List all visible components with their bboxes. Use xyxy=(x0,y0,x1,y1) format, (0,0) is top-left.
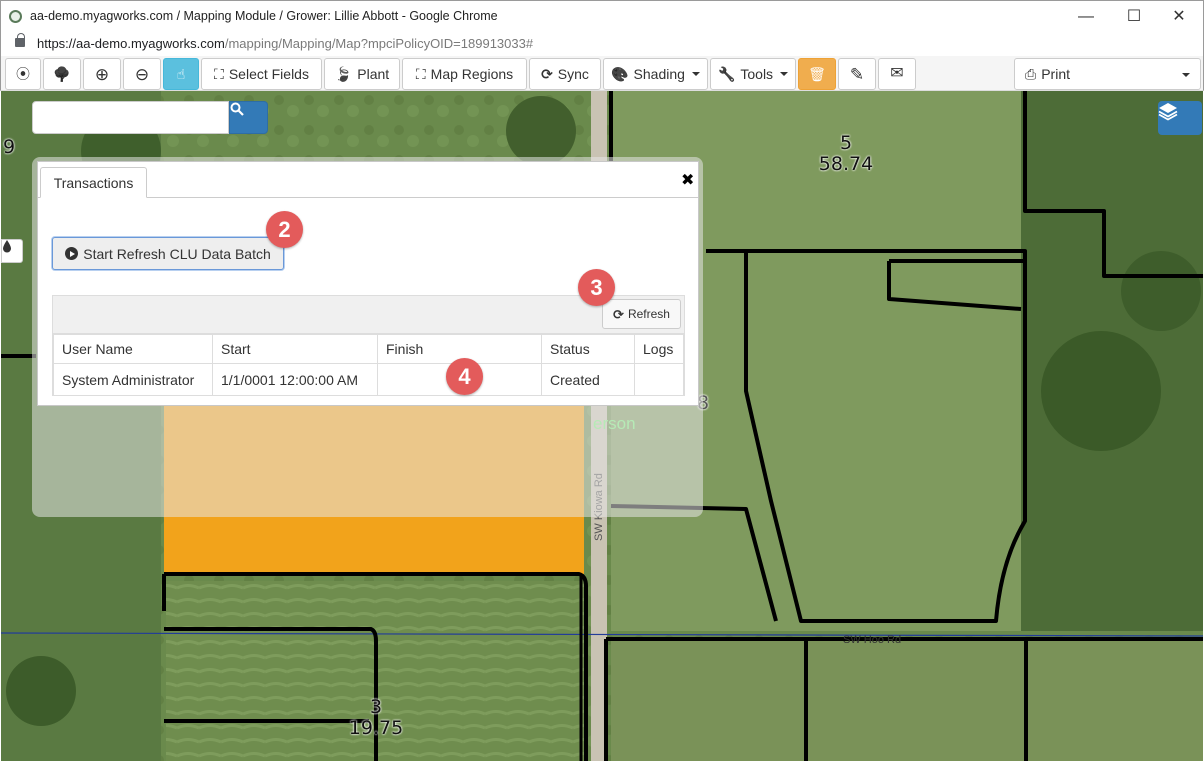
refresh-icon: ⟳ xyxy=(613,306,624,322)
road-label-hoo: SW Hoo Rd xyxy=(843,634,902,646)
sync-button[interactable]: ⟳ Sync xyxy=(529,58,601,90)
close-panel-icon[interactable]: ✖ xyxy=(681,170,694,190)
window-title: aa-demo.myagworks.com / Mapping Module /… xyxy=(30,9,498,23)
edit-icon: ✎ xyxy=(849,64,865,84)
shading-dropdown[interactable]: 🎨 Shading xyxy=(603,58,708,90)
cell-start: 1/1/0001 12:00:00 AM xyxy=(212,363,378,396)
shading-label: Shading xyxy=(633,66,685,82)
url-path: /mapping/Mapping/Map?mpciPolicyOID=18991… xyxy=(224,36,534,51)
tab-transactions[interactable]: Transactions xyxy=(40,167,147,198)
panel-tab-strip: Transactions ✖ xyxy=(38,162,698,198)
browser-titlebar: aa-demo.myagworks.com / Mapping Module /… xyxy=(0,0,1204,32)
map-search-button[interactable] xyxy=(229,101,268,134)
field-label-3: 3 19.75 xyxy=(341,697,411,739)
trash-icon: 🗑 xyxy=(808,66,826,82)
map-regions-button[interactable]: ⛶ Map Regions xyxy=(402,58,527,90)
palette-icon: 🎨 xyxy=(611,66,629,82)
refresh-label: Refresh xyxy=(627,307,670,321)
print-dropdown[interactable]: ⎙ Print xyxy=(1014,58,1201,90)
callout-badge-3: 3 xyxy=(578,269,615,306)
field-label-5: 5 58.74 xyxy=(811,133,881,175)
leaf-icon: 🍃 xyxy=(334,66,353,82)
envelope-icon: ✉ xyxy=(890,65,904,82)
column-header-status[interactable]: Status xyxy=(541,334,635,364)
print-label: Print xyxy=(1041,66,1070,82)
transactions-table: User Name Start Finish Status Logs Syste… xyxy=(53,334,684,396)
map-regions-icon: ⛶ xyxy=(415,66,426,82)
water-drop-icon xyxy=(3,240,11,253)
callout-badge-2: 2 xyxy=(266,211,303,248)
start-refresh-clu-button[interactable]: Start Refresh CLU Data Batch xyxy=(52,237,284,270)
print-icon: ⎙ xyxy=(1025,66,1037,82)
start-refresh-clu-label: Start Refresh CLU Data Batch xyxy=(83,245,271,262)
close-window-button[interactable]: ✕ xyxy=(1164,5,1194,29)
callout-badge-4: 4 xyxy=(446,358,483,395)
lock-icon xyxy=(15,33,25,47)
select-fields-button[interactable]: ⛶ Select Fields xyxy=(201,58,322,90)
layers-button[interactable] xyxy=(1158,101,1202,135)
plant-button[interactable]: 🍃 Plant xyxy=(324,58,400,90)
water-drop-button[interactable] xyxy=(1,239,23,263)
column-header-start[interactable]: Start xyxy=(212,334,378,364)
chevron-down-icon xyxy=(780,72,789,76)
sync-icon: ⟳ xyxy=(541,66,553,82)
locate-button[interactable]: ⦿ xyxy=(5,58,41,90)
tools-label: Tools xyxy=(740,66,774,82)
minimize-button[interactable]: — xyxy=(1071,5,1101,29)
field-label-9: 9 xyxy=(2,136,16,158)
map-regions-label: Map Regions xyxy=(430,66,514,82)
map-canvas[interactable]: 5 58.74 3 19.75 9 8 erson SW Kiowa Rd SW… xyxy=(1,91,1203,761)
column-header-logs[interactable]: Logs xyxy=(634,334,684,364)
column-header-user-name[interactable]: User Name xyxy=(53,334,213,364)
maximize-button[interactable]: ☐ xyxy=(1119,5,1149,29)
plant-label: Plant xyxy=(357,66,390,82)
select-fields-icon: ⛶ xyxy=(214,66,224,82)
zoom-out-button[interactable]: ⊖ xyxy=(123,58,161,90)
wrench-icon: 🔧 xyxy=(717,66,736,82)
email-button[interactable]: ✉ xyxy=(878,58,916,90)
select-fields-label: Select Fields xyxy=(228,66,309,82)
tree-icon: 🌳 xyxy=(53,66,71,82)
url-host: https://aa-demo.myagworks.com xyxy=(37,36,225,51)
transactions-grid: ⟳ Refresh User Name Start Finish Status … xyxy=(52,295,685,396)
delete-button[interactable]: 🗑 xyxy=(798,58,836,90)
table-header-row: User Name Start Finish Status Logs xyxy=(53,334,684,364)
zoom-out-icon: ⊖ xyxy=(134,64,150,84)
field-id: 3 xyxy=(369,696,383,718)
cell-user-name: System Administrator xyxy=(53,363,213,396)
tree-button[interactable]: 🌳 xyxy=(43,58,81,90)
zoom-in-icon: ⊕ xyxy=(94,64,110,84)
address-bar[interactable]: https://aa-demo.myagworks.com/mapping/Ma… xyxy=(0,32,1204,56)
tools-dropdown[interactable]: 🔧 Tools xyxy=(710,58,796,90)
table-row[interactable]: System Administrator 1/1/0001 12:00:00 A… xyxy=(53,363,684,396)
url-text[interactable]: https://aa-demo.myagworks.com/mapping/Ma… xyxy=(37,36,533,51)
chevron-down-icon xyxy=(1182,73,1190,77)
select-pointer-button[interactable]: ☝ xyxy=(163,58,199,90)
zoom-in-button[interactable]: ⊕ xyxy=(83,58,121,90)
site-favicon-icon xyxy=(9,10,22,23)
sync-label: Sync xyxy=(557,66,589,82)
pointer-hand-icon: ☝ xyxy=(176,66,186,82)
refresh-button[interactable]: ⟳ Refresh xyxy=(602,299,681,329)
field-acres: 58.74 xyxy=(818,153,874,175)
field-acres: 19.75 xyxy=(348,717,404,739)
play-circle-icon xyxy=(65,247,79,260)
field-id: 5 xyxy=(839,132,853,154)
map-toolbar: ⦿ 🌳 ⊕ ⊖ ☝ ⛶ Select Fields 🍃 Plant ⛶ Map Reg… xyxy=(0,56,1204,91)
edit-button[interactable]: ✎ xyxy=(838,58,876,90)
cell-logs[interactable] xyxy=(634,363,684,396)
locate-icon: ⦿ xyxy=(16,66,30,82)
search-icon xyxy=(230,102,244,116)
cell-status: Created xyxy=(541,363,635,396)
chevron-down-icon xyxy=(691,72,700,76)
layers-icon xyxy=(1158,103,1178,121)
map-search-input[interactable] xyxy=(32,101,229,134)
